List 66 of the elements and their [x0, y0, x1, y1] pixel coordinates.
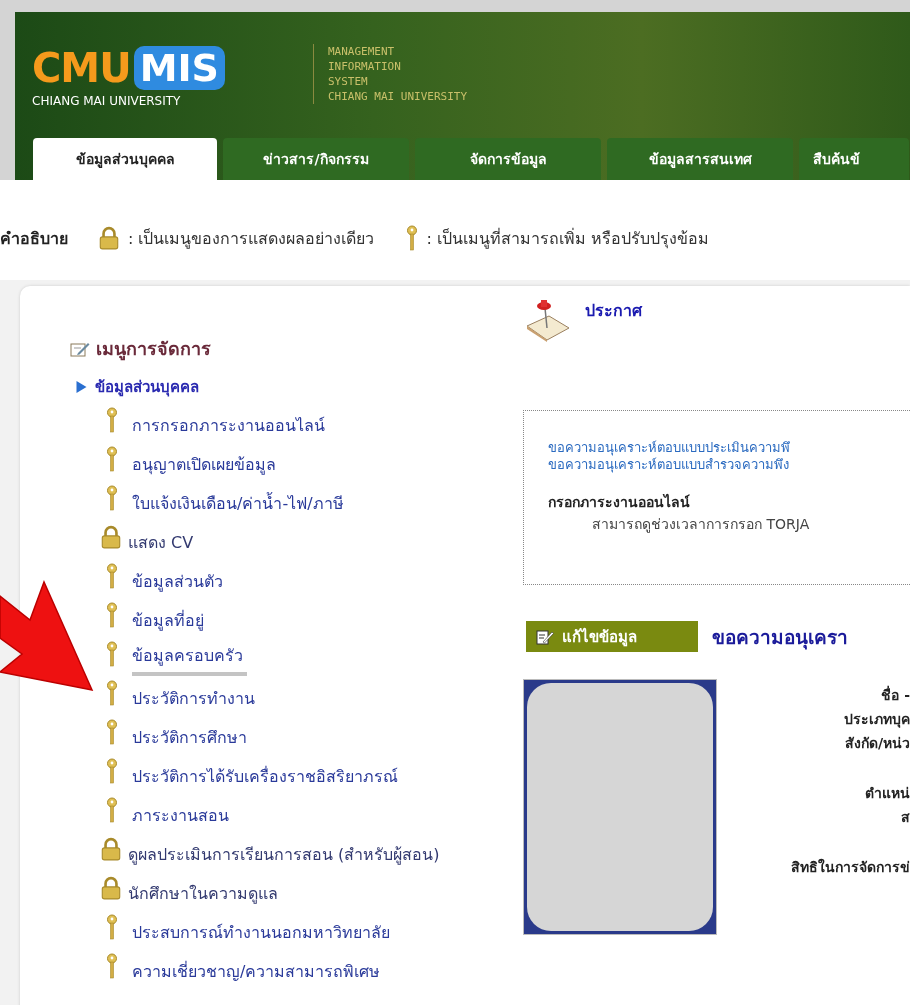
menu-item-link[interactable]: ภาระงานสอน	[132, 803, 229, 832]
menu-item-link[interactable]: ข้อมูลที่อยู่	[132, 608, 204, 637]
notepad-pencil-icon	[70, 340, 90, 357]
menu-item-link[interactable]: ประวัติการทำงาน	[132, 686, 255, 715]
system-name-line: INFORMATION	[328, 59, 402, 74]
field-label: สิทธิในการจัดการข่	[791, 857, 910, 877]
menu-item-link[interactable]: ใบแจ้งเงินเดือน/ค่าน้ำ-ไฟ/ภาษี	[132, 491, 344, 520]
menu-item-link[interactable]: ประวัติการได้รับเครื่องราชอิสริยาภรณ์	[132, 764, 398, 793]
padlock-icon	[100, 525, 122, 549]
announcement-link[interactable]: ขอความอนุเคราะห์ตอบแบบประเมินความพึ	[548, 439, 910, 456]
menu-item-link[interactable]: ดูผลประเมินการเรียนการสอน (สำหรับผู้สอน)	[128, 842, 440, 871]
key-icon	[106, 640, 118, 668]
field-label: ส	[901, 808, 910, 827]
system-name-line: MANAGEMENT	[328, 44, 396, 59]
padlock-icon	[100, 837, 122, 861]
padlock-icon	[100, 876, 122, 900]
menu-item-link[interactable]: ข้อมูลส่วนตัว	[132, 569, 223, 598]
nav-tab[interactable]: ข้อมูลส่วนบุคคล	[33, 138, 217, 180]
menu-section-link[interactable]: ข้อมูลส่วนบุคคล	[95, 375, 199, 399]
key-icon	[106, 796, 118, 824]
nav-tab[interactable]: จัดการข้อมูล	[415, 138, 601, 180]
padlock-icon	[98, 226, 120, 250]
edit-icon	[536, 628, 554, 645]
logo-text: CMU	[32, 46, 131, 90]
key-icon	[106, 406, 118, 434]
announcement-title: ประกาศ	[585, 300, 642, 322]
key-icon	[406, 224, 419, 252]
menu-item-link[interactable]: การกรอกภาระงานออนไลน์	[132, 413, 325, 442]
key-icon	[106, 484, 118, 512]
key-icon	[106, 445, 118, 473]
key-icon	[106, 679, 118, 707]
menu-title: เมนูการจัดการ	[96, 337, 211, 363]
triangle-icon	[76, 381, 87, 393]
key-icon	[106, 601, 118, 629]
profile-title: ขอความอนุเครา	[712, 624, 848, 652]
logo-badge: MIS	[133, 46, 225, 90]
announcement-heading: กรอกภาระงานออนไลน์	[548, 493, 691, 512]
system-name-line: CHIANG MAI UNIVERSITY	[328, 89, 468, 104]
pushpin-note-icon	[525, 298, 571, 342]
menu-item-link[interactable]: ข้อมูลครอบครัว	[132, 643, 247, 676]
logo-subtitle: CHIANG MAI UNIVERSITY	[32, 94, 182, 108]
menu-item-link[interactable]: ความเชี่ยวชาญ/ความสามารถพิเศษ	[132, 959, 381, 988]
field-label: สังกัด/หน่ว	[844, 734, 910, 753]
key-icon	[106, 718, 118, 746]
nav-tab[interactable]: ข่าวสาร/กิจกรรม	[223, 138, 409, 180]
edit-button[interactable]: แก้ไขข้อมูล	[526, 621, 698, 652]
menu-item-link[interactable]: ประวัติการศึกษา	[132, 725, 247, 754]
field-label: ชื่อ -	[881, 684, 910, 705]
menu-item-link[interactable]: ประสบการณ์ทำงานนอกมหาวิทยาลัย	[132, 920, 390, 949]
nav-tab[interactable]: สืบค้นข้	[799, 138, 909, 180]
key-icon	[106, 757, 118, 785]
key-icon	[106, 913, 118, 941]
key-icon	[106, 952, 118, 980]
menu-item-link[interactable]: อนุญาตเปิดเผยข้อมูล	[132, 452, 276, 481]
legend-text: : เป็นเมนูของการแสดงผลอย่างเดียว	[128, 227, 375, 251]
announcement-detail: สามารถดูช่วงเวลาการกรอก TORJA	[591, 515, 811, 535]
key-icon	[106, 562, 118, 590]
nav-tab[interactable]: ข้อมูลสารสนเทศ	[607, 138, 793, 180]
field-label: ตำแหน่	[865, 784, 910, 803]
system-name-line: SYSTEM	[328, 74, 369, 89]
menu-item-link[interactable]: แสดง CV	[128, 530, 194, 559]
announcement-link[interactable]: ขอความอนุเคราะห์ตอบแบบสำรวจความพึง	[548, 456, 910, 473]
field-label: ประเภทบุค	[844, 710, 910, 730]
menu-item-link[interactable]: นักศึกษาในความดูแล	[128, 881, 278, 910]
legend-label: คำอธิบาย	[0, 227, 68, 250]
legend-text: : เป็นเมนูที่สามารถเพิ่ม หรือปรับปรุงข้อม	[426, 227, 710, 251]
